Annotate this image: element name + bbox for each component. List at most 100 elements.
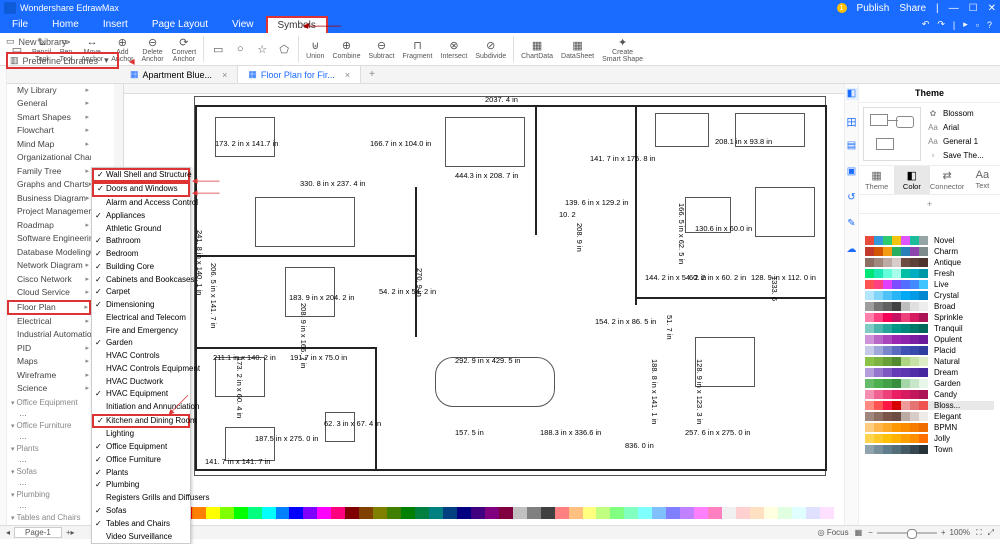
ribbon-chartdata[interactable]: ▦ChartData	[517, 39, 557, 60]
submenu-item[interactable]: Electrical and Telecom	[92, 312, 190, 325]
ribbon-create-smart-shape[interactable]: ✦CreateSmart Shape	[598, 35, 647, 63]
palette-swatch[interactable]	[387, 507, 401, 519]
submenu-item[interactable]: Lighting	[92, 428, 190, 441]
library-category[interactable]: Business Diagram▸	[7, 192, 91, 205]
palette-swatch[interactable]	[778, 507, 792, 519]
window-min-icon[interactable]: —	[949, 3, 959, 14]
redo-icon[interactable]: ↷	[937, 19, 945, 30]
palette-swatch[interactable]	[527, 507, 541, 519]
ribbon-shape[interactable]: ○	[229, 42, 251, 56]
palette-swatch[interactable]	[401, 507, 415, 519]
palette-swatch[interactable]	[317, 507, 331, 519]
floorplan-drawing[interactable]: 2037. 4 in173. 2 in x 141.7 in166.7 in x…	[194, 96, 826, 476]
color-scheme-row[interactable]: Town	[865, 445, 994, 454]
doc-tab[interactable]: ▦Floor Plan for Fir...×	[238, 66, 361, 83]
library-category[interactable]: Electrical▸	[7, 315, 91, 328]
ribbon-convert-anchor[interactable]: ⟳ConvertAnchor	[168, 35, 201, 63]
palette-swatch[interactable]	[820, 507, 834, 519]
layers-tool-icon[interactable]: ▤	[846, 140, 858, 152]
palette-swatch[interactable]	[736, 507, 750, 519]
library-category[interactable]: My Library▸	[7, 84, 91, 97]
theme-tab-text[interactable]: AaText	[965, 166, 1000, 194]
window-close-icon[interactable]: ✕	[988, 3, 996, 14]
menu-home[interactable]: Home	[40, 16, 91, 33]
library-category[interactable]: Floor Plan▸	[7, 300, 91, 315]
color-scheme-row[interactable]: Natural	[865, 357, 994, 366]
color-scheme-row[interactable]: Live	[865, 280, 994, 289]
save-icon[interactable]: ▫	[976, 20, 979, 30]
color-scheme-row[interactable]: Bloss...	[865, 401, 994, 410]
share-link[interactable]: Share	[899, 3, 926, 14]
palette-swatch[interactable]	[289, 507, 303, 519]
palette-swatch[interactable]	[596, 507, 610, 519]
palette-swatch[interactable]	[276, 507, 290, 519]
palette-swatch[interactable]	[359, 507, 373, 519]
library-category[interactable]: Cloud Service▸	[7, 286, 91, 299]
submenu-item[interactable]: Video Surveillance	[92, 530, 190, 543]
theme-tool-icon[interactable]: ◧	[846, 88, 858, 100]
tab-add-button[interactable]: +	[361, 66, 383, 83]
cloud-tool-icon[interactable]: ☁	[846, 244, 858, 256]
submenu-item[interactable]: Carpet	[92, 286, 190, 299]
add-color-scheme-button[interactable]: +	[859, 195, 1000, 214]
zoom-control[interactable]: −+ 100%	[868, 528, 970, 537]
submenu-item[interactable]: Bathroom	[92, 235, 190, 248]
theme-option[interactable]: ✿Blossom	[927, 109, 996, 118]
shape-section[interactable]: ▾ Sofas	[7, 465, 91, 477]
theme-tab-color[interactable]: ◧Color	[894, 166, 929, 194]
submenu-item[interactable]: Dimensioning	[92, 299, 190, 312]
ribbon-subtract[interactable]: ⊖Subtract	[364, 39, 398, 60]
theme-option[interactable]: AaGeneral 1	[927, 137, 996, 146]
theme-tab-theme[interactable]: ▦Theme	[859, 166, 894, 194]
palette-swatch[interactable]	[373, 507, 387, 519]
theme-option[interactable]: AaArial	[927, 123, 996, 132]
library-category[interactable]: Database Modeling▸	[7, 246, 91, 259]
color-scheme-row[interactable]: Novel	[865, 236, 994, 245]
submenu-item[interactable]: Office Furniture	[92, 454, 190, 467]
window-max-icon[interactable]: ☐	[969, 3, 978, 14]
color-scheme-row[interactable]: Sprinkle	[865, 313, 994, 322]
shape-section[interactable]: ▾ Tables and Chairs	[7, 511, 91, 523]
export-icon[interactable]: ▸	[963, 19, 968, 30]
palette-swatch[interactable]	[792, 507, 806, 519]
theme-option[interactable]: ▫Save The...	[927, 151, 996, 160]
palette-swatch[interactable]	[610, 507, 624, 519]
fullscreen-icon[interactable]: ⤢	[988, 528, 994, 538]
history-tool-icon[interactable]: ↺	[846, 192, 858, 204]
submenu-item[interactable]: HVAC Controls	[92, 350, 190, 363]
fit-icon[interactable]: ⛶	[976, 528, 982, 538]
clipboard-tool-icon[interactable]: ▣	[846, 166, 858, 178]
palette-swatch[interactable]	[764, 507, 778, 519]
library-category[interactable]: Organizational Chart▸	[7, 151, 91, 164]
ribbon-shape[interactable]: ▭	[207, 42, 229, 56]
palette-swatch[interactable]	[624, 507, 638, 519]
help-icon[interactable]: ?	[987, 20, 992, 30]
submenu-item[interactable]: Appliances	[92, 210, 190, 223]
color-scheme-row[interactable]: BPMN	[865, 423, 994, 432]
submenu-item[interactable]: Alarm and Access Control	[92, 197, 190, 210]
palette-swatch[interactable]	[513, 507, 527, 519]
ribbon-delete-anchor[interactable]: ⊖DeleteAnchor	[137, 35, 167, 63]
palette-swatch[interactable]	[331, 507, 345, 519]
library-category[interactable]: General▸	[7, 97, 91, 110]
predefine-libraries-button[interactable]: ▥Predefine Libraries▾	[6, 52, 119, 69]
submenu-item[interactable]: Registers Grills and Diffusers	[92, 492, 190, 505]
submenu-item[interactable]: Doors and Windows	[92, 182, 190, 196]
palette-swatch[interactable]	[234, 507, 248, 519]
format-tool-icon[interactable]: 田	[846, 114, 858, 126]
palette-swatch[interactable]	[541, 507, 555, 519]
menu-file[interactable]: File	[0, 16, 40, 33]
color-scheme-row[interactable]: Candy	[865, 390, 994, 399]
ribbon-shape[interactable]: ☆	[251, 42, 273, 56]
color-scheme-row[interactable]: Dream	[865, 368, 994, 377]
palette-swatch[interactable]	[345, 507, 359, 519]
shape-section[interactable]: ▾ Office Furniture	[7, 419, 91, 431]
submenu-item[interactable]: Office Equipment	[92, 441, 190, 454]
palette-swatch[interactable]	[262, 507, 276, 519]
submenu-item[interactable]: Tables and Chairs	[92, 518, 190, 531]
palette-swatch[interactable]	[499, 507, 513, 519]
library-category[interactable]: Industrial Automation▸	[7, 328, 91, 341]
library-category[interactable]: Graphs and Charts▸	[7, 178, 91, 191]
palette-swatch[interactable]	[303, 507, 317, 519]
color-scheme-row[interactable]: Opulent	[865, 335, 994, 344]
